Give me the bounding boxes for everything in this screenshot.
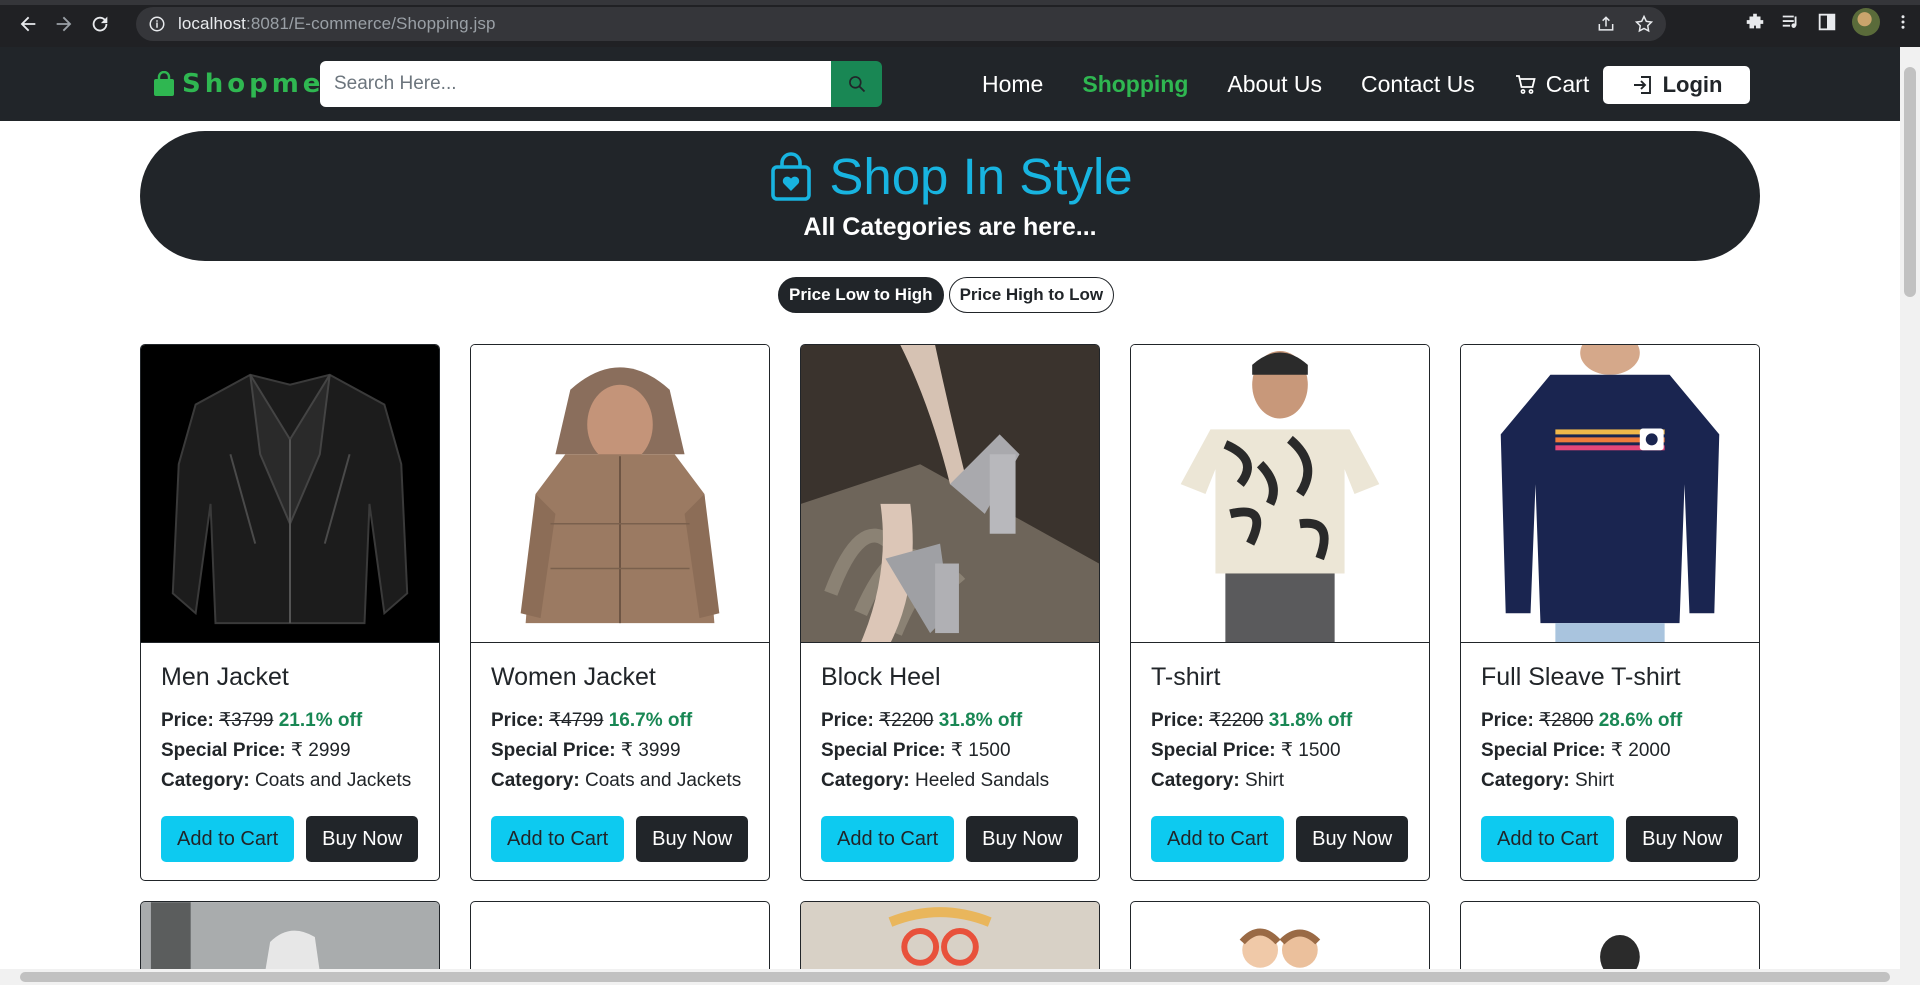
sort-low-high-button[interactable]: Price Low to High <box>778 277 944 313</box>
product-card: Men Jacket Price: ₹3799 21.1% off Specia… <box>140 344 440 881</box>
nav-links: Home Shopping About Us Contact Us Cart <box>982 47 1628 121</box>
special-price: ₹ 3999 <box>620 740 681 761</box>
buy-now-button[interactable]: Buy Now <box>1296 816 1409 862</box>
original-price: ₹4799 <box>549 710 604 731</box>
bookmark-star-icon[interactable] <box>1634 14 1654 34</box>
brand-name: Shopme <box>182 69 325 99</box>
discount-label: 31.8% off <box>1268 710 1353 731</box>
reload-icon[interactable] <box>80 4 120 44</box>
site-info-icon[interactable] <box>148 15 166 33</box>
side-panel-icon[interactable] <box>1816 11 1838 33</box>
horizontal-scrollbar[interactable] <box>0 969 1920 985</box>
category-value: Shirt <box>1574 770 1615 791</box>
add-to-cart-button[interactable]: Add to Cart <box>1151 816 1285 862</box>
product-card-partial[interactable] <box>1130 901 1430 971</box>
nav-cart-label: Cart <box>1545 70 1590 97</box>
product-image-women-jacket[interactable] <box>471 345 769 643</box>
nav-shopping[interactable]: Shopping <box>1082 71 1188 98</box>
product-card: Block Heel Price: ₹2200 31.8% off Specia… <box>800 344 1100 881</box>
search-input[interactable] <box>320 61 831 107</box>
product-card-partial[interactable] <box>140 901 440 971</box>
original-price: ₹2200 <box>1209 710 1264 731</box>
hero-subtitle: All Categories are here... <box>803 213 1097 241</box>
hero-banner: Shop In Style All Categories are here... <box>140 131 1760 261</box>
add-to-cart-button[interactable]: Add to Cart <box>1481 816 1615 862</box>
add-to-cart-button[interactable]: Add to Cart <box>821 816 955 862</box>
search-button[interactable] <box>831 61 882 107</box>
login-icon <box>1633 76 1651 94</box>
heart-bag-icon <box>771 151 812 201</box>
address-bar[interactable]: localhost:8081/E-commerce/Shopping.jsp <box>136 7 1666 41</box>
media-control-icon[interactable] <box>1780 11 1802 33</box>
product-title: Full Sleave T-shirt <box>1481 663 1681 691</box>
buy-now-button[interactable]: Buy Now <box>636 816 749 862</box>
search-form <box>320 61 882 107</box>
nav-cart[interactable]: Cart <box>1514 71 1589 98</box>
product-card: T-shirt Price: ₹2200 31.8% off Special P… <box>1130 344 1430 881</box>
product-image-full-sleave-t-shirt[interactable] <box>1461 345 1759 643</box>
buy-now-button[interactable]: Buy Now <box>306 816 419 862</box>
product-card: Full Sleave T-shirt Price: ₹2800 28.6% o… <box>1460 344 1760 881</box>
product-card-partial[interactable] <box>800 901 1100 971</box>
product-card-partial[interactable] <box>1460 901 1760 971</box>
login-label: Login <box>1662 72 1723 97</box>
back-icon[interactable] <box>8 4 48 44</box>
nav-home[interactable]: Home <box>982 71 1043 98</box>
extensions-icon[interactable] <box>1744 11 1766 33</box>
profile-avatar[interactable] <box>1852 8 1880 36</box>
buy-now-button[interactable]: Buy Now <box>966 816 1079 862</box>
shopping-bag-icon <box>154 71 174 96</box>
product-title: Men Jacket <box>161 663 289 691</box>
sort-controls: Price Low to High Price High to Low <box>778 277 1115 313</box>
category-value: Coats and Jackets <box>584 770 742 791</box>
product-card: Women Jacket Price: ₹4799 16.7% off Spec… <box>470 344 770 881</box>
product-card-partial[interactable] <box>470 901 770 971</box>
nav-about-us[interactable]: About Us <box>1227 71 1322 98</box>
original-price: ₹3799 <box>219 710 274 731</box>
site-navbar: Shopme Home Shopping About Us Contact Us… <box>0 47 1900 121</box>
browser-toolbar: localhost:8081/E-commerce/Shopping.jsp <box>0 0 1920 47</box>
discount-label: 21.1% off <box>278 710 363 731</box>
brand-logo[interactable]: Shopme <box>152 69 324 99</box>
discount-label: 31.8% off <box>938 710 1023 731</box>
add-to-cart-button[interactable]: Add to Cart <box>161 816 295 862</box>
discount-label: 28.6% off <box>1598 710 1683 731</box>
nav-contact-us[interactable]: Contact Us <box>1361 71 1475 98</box>
original-price: ₹2800 <box>1539 710 1594 731</box>
login-button[interactable]: Login <box>1603 66 1750 104</box>
product-title: Women Jacket <box>491 663 656 691</box>
hero-title: Shop In Style <box>829 148 1133 205</box>
category-value: Coats and Jackets <box>254 770 412 791</box>
special-price: ₹ 1500 <box>950 740 1011 761</box>
product-title: Block Heel <box>821 663 941 691</box>
product-image-block-heel[interactable] <box>801 345 1099 643</box>
sort-high-low-button[interactable]: Price High to Low <box>948 277 1115 313</box>
add-to-cart-button[interactable]: Add to Cart <box>491 816 625 862</box>
url-text: localhost:8081/E-commerce/Shopping.jsp <box>178 14 496 33</box>
product-image-men-jacket[interactable] <box>141 345 439 643</box>
more-menu-icon[interactable] <box>1894 11 1912 33</box>
discount-label: 16.7% off <box>608 710 693 731</box>
special-price: ₹ 2999 <box>290 740 351 761</box>
vertical-scroll-thumb[interactable] <box>1904 67 1916 297</box>
search-icon <box>848 76 865 93</box>
special-price: ₹ 1500 <box>1280 740 1341 761</box>
vertical-scrollbar[interactable] <box>1900 47 1920 969</box>
buy-now-button[interactable]: Buy Now <box>1626 816 1739 862</box>
horizontal-scroll-thumb[interactable] <box>20 972 1890 982</box>
cart-icon <box>1515 75 1536 94</box>
category-value: Shirt <box>1244 770 1285 791</box>
forward-icon[interactable] <box>44 4 84 44</box>
original-price: ₹2200 <box>879 710 934 731</box>
special-price: ₹ 2000 <box>1610 740 1671 761</box>
product-title: T-shirt <box>1151 663 1221 691</box>
share-icon[interactable] <box>1596 14 1616 34</box>
category-value: Heeled Sandals <box>914 770 1050 791</box>
product-image-t-shirt[interactable] <box>1131 345 1429 643</box>
